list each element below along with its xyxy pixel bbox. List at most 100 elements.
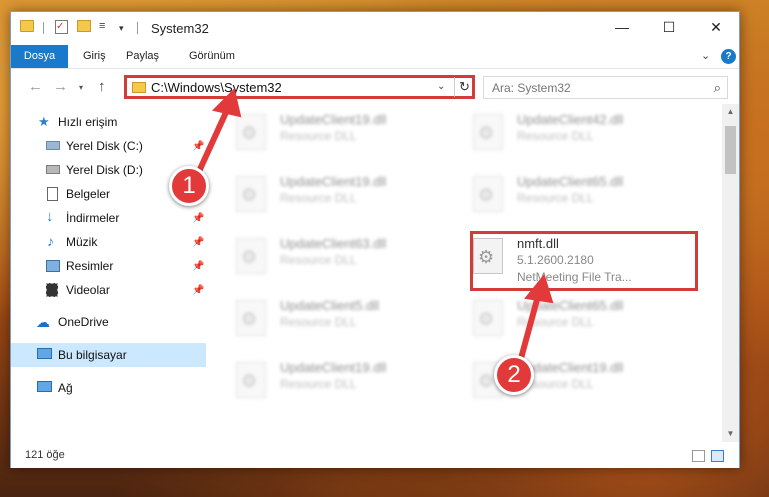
quick-access-dropdown-icon[interactable]: ▾ bbox=[119, 23, 124, 34]
sidebar-item-this-pc[interactable]: Bu bilgisayar bbox=[11, 343, 206, 367]
file-description: Resource DLL bbox=[517, 129, 594, 143]
tab-home[interactable]: Giriş bbox=[73, 45, 116, 68]
file-item[interactable]: UpdateClient65.dll Resource DLL bbox=[453, 290, 675, 348]
file-name: UpdateClient63.dll bbox=[280, 236, 387, 251]
recent-locations-icon[interactable]: ▾ bbox=[79, 83, 83, 92]
navigation-pane: ★ Hızlı erişim Yerel Disk (C:) 📌 Yerel D… bbox=[11, 104, 206, 444]
computer-icon bbox=[37, 348, 52, 359]
search-input[interactable]: Ara: System32 ⌕ bbox=[483, 76, 728, 99]
sidebar-item-label: Ağ bbox=[58, 381, 73, 395]
new-folder-icon[interactable] bbox=[77, 20, 91, 32]
pin-icon[interactable]: 📌 bbox=[192, 237, 204, 248]
sidebar-item-videos[interactable]: Videolar 📌 bbox=[11, 278, 206, 302]
ribbon-tabs: Dosya Giriş Paylaş Görünüm ⌄ ? bbox=[11, 45, 739, 68]
file-description: Resource DLL bbox=[517, 315, 594, 329]
sidebar-item-label: Resimler bbox=[66, 259, 114, 273]
file-item[interactable]: UpdateClient19.dll Resource DLL bbox=[216, 166, 438, 224]
dll-file-icon bbox=[236, 176, 266, 212]
sidebar-item-local-disk-c[interactable]: Yerel Disk (C:) 📌 bbox=[11, 134, 206, 158]
up-arrow-icon[interactable]: ↑ bbox=[98, 78, 106, 95]
sidebar-item-onedrive[interactable]: ☁ OneDrive bbox=[11, 310, 206, 334]
sidebar-item-label: Videolar bbox=[66, 283, 110, 297]
tab-share[interactable]: Paylaş bbox=[116, 45, 169, 68]
drive-icon bbox=[46, 141, 60, 150]
search-placeholder: Ara: System32 bbox=[492, 81, 571, 95]
music-icon: ♪ bbox=[47, 233, 54, 249]
properties-check-icon[interactable]: ✓ bbox=[55, 20, 68, 34]
sidebar-item-music[interactable]: ♪ Müzik 📌 bbox=[11, 230, 206, 254]
details-view-icon[interactable] bbox=[692, 450, 705, 462]
file-name: UpdateClient19.dll bbox=[280, 360, 387, 375]
file-item[interactable]: UpdateClient63.dll Resource DLL bbox=[216, 228, 438, 286]
pin-icon[interactable]: 📌 bbox=[192, 285, 204, 296]
sidebar-item-label: Yerel Disk (C:) bbox=[66, 139, 143, 153]
dll-file-icon bbox=[473, 300, 503, 336]
file-description: Resource DLL bbox=[280, 191, 357, 205]
document-icon bbox=[47, 187, 58, 201]
video-icon bbox=[46, 283, 58, 297]
pin-icon[interactable]: 📌 bbox=[192, 141, 204, 152]
file-item[interactable]: UpdateClient42.dll Resource DLL bbox=[453, 104, 675, 162]
expand-ribbon-icon[interactable]: ⌄ bbox=[701, 49, 710, 62]
help-icon[interactable]: ? bbox=[721, 49, 736, 64]
tab-view[interactable]: Görünüm bbox=[179, 45, 245, 68]
scroll-thumb[interactable] bbox=[725, 126, 736, 174]
title-bar: ✓ ≡ ▾ System32 — ☐ ✕ bbox=[11, 12, 739, 45]
quick-access-separator bbox=[43, 22, 44, 34]
explorer-window: ✓ ≡ ▾ System32 — ☐ ✕ Dosya Giriş Paylaş … bbox=[10, 11, 740, 468]
file-description: Resource DLL bbox=[280, 253, 357, 267]
scroll-up-icon[interactable]: ▲ bbox=[722, 104, 739, 120]
status-bar: 121 öğe bbox=[11, 444, 739, 468]
pin-icon[interactable]: 📌 bbox=[192, 213, 204, 224]
file-item[interactable]: UpdateClient65.dll Resource DLL bbox=[453, 166, 675, 224]
close-button[interactable]: ✕ bbox=[693, 12, 739, 42]
sidebar-item-label: Müzik bbox=[66, 235, 98, 249]
dll-file-icon bbox=[473, 114, 503, 150]
customize-view-icon[interactable]: ≡ bbox=[99, 20, 113, 32]
title-separator bbox=[137, 22, 138, 34]
file-item[interactable]: UpdateClient5.dll Resource DLL bbox=[216, 290, 438, 348]
file-description: Resource DLL bbox=[280, 315, 357, 329]
maximize-button[interactable]: ☐ bbox=[646, 12, 692, 42]
file-item[interactable]: UpdateClient19.dll Resource DLL bbox=[216, 352, 438, 410]
scroll-down-icon[interactable]: ▼ bbox=[722, 426, 739, 442]
star-icon: ★ bbox=[38, 114, 50, 129]
sidebar-item-label: Yerel Disk (D:) bbox=[66, 163, 143, 177]
sidebar-item-label: OneDrive bbox=[58, 315, 109, 329]
callout-badge-2: 2 bbox=[494, 355, 534, 395]
forward-arrow-icon[interactable]: → bbox=[53, 78, 68, 95]
download-icon: ↓ bbox=[46, 208, 54, 225]
pin-icon[interactable]: 📌 bbox=[192, 261, 204, 272]
file-description: Resource DLL bbox=[517, 191, 594, 205]
nmft-highlight-box bbox=[470, 231, 698, 291]
dll-file-icon bbox=[236, 300, 266, 336]
sidebar-item-downloads[interactable]: ↓ İndirmeler 📌 bbox=[11, 206, 206, 230]
address-bar[interactable]: C:\Windows\System32 ⌄ ↻ bbox=[124, 75, 475, 99]
minimize-button[interactable]: — bbox=[599, 12, 645, 42]
sidebar-item-label: Hızlı erişim bbox=[58, 115, 118, 129]
file-name: UpdateClient19.dll bbox=[280, 174, 387, 189]
sidebar-item-label: İndirmeler bbox=[66, 211, 120, 225]
search-icon: ⌕ bbox=[713, 80, 721, 95]
window-title: System32 bbox=[151, 21, 209, 36]
file-name: UpdateClient65.dll bbox=[517, 298, 624, 313]
sidebar-item-quick-access[interactable]: ★ Hızlı erişim bbox=[11, 110, 206, 134]
file-item[interactable]: UpdateClient19.dll Resource DLL bbox=[216, 104, 438, 162]
address-path[interactable]: C:\Windows\System32 bbox=[151, 80, 282, 95]
sidebar-item-label: Belgeler bbox=[66, 187, 111, 201]
sidebar-item-network[interactable]: Ağ bbox=[11, 376, 206, 400]
drive-icon bbox=[46, 165, 60, 174]
dll-file-icon bbox=[473, 176, 503, 212]
file-name: UpdateClient5.dll bbox=[280, 298, 380, 313]
back-arrow-icon[interactable]: ← bbox=[28, 78, 43, 95]
navigation-bar: ← → ▾ ↑ C:\Windows\System32 ⌄ ↻ Ara: Sys… bbox=[11, 68, 739, 104]
address-dropdown-icon[interactable]: ⌄ bbox=[437, 81, 445, 92]
vertical-scrollbar[interactable]: ▲ ▼ bbox=[722, 104, 739, 442]
tiles-view-icon[interactable] bbox=[711, 450, 724, 462]
folder-icon[interactable] bbox=[20, 20, 34, 32]
file-description: Resource DLL bbox=[280, 377, 357, 391]
tab-file[interactable]: Dosya bbox=[11, 45, 68, 68]
sidebar-item-pictures[interactable]: Resimler 📌 bbox=[11, 254, 206, 278]
file-item[interactable]: UpdateClient19.dll Resource DLL bbox=[453, 352, 675, 410]
refresh-icon[interactable]: ↻ bbox=[454, 77, 474, 97]
